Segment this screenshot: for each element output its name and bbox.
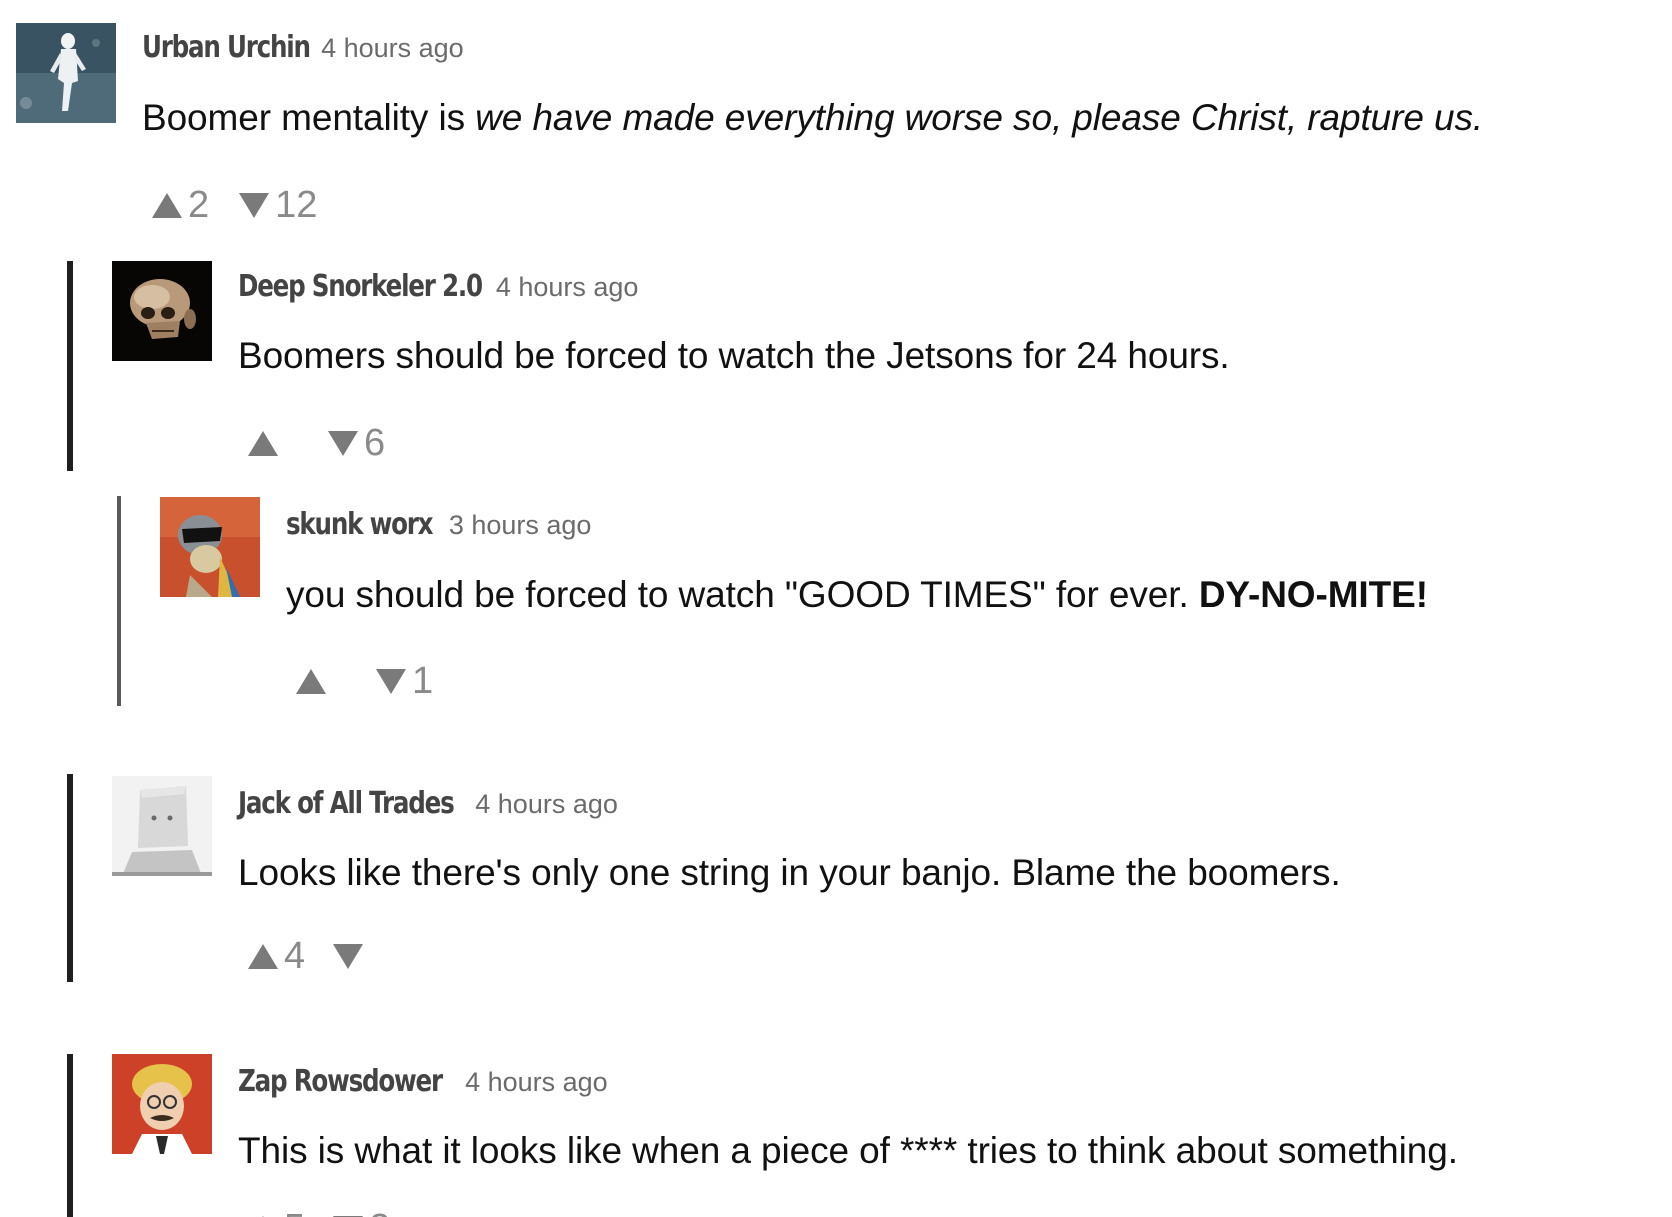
comment-reply: Zap Rowsdower 4 hours ago This is what i… — [0, 1048, 1672, 1217]
downvote-arrow-icon — [239, 192, 270, 218]
author-name[interactable]: Jack of All Trades — [238, 786, 455, 821]
upvote-button[interactable]: 5 — [248, 1208, 305, 1217]
comment-text: This is what it looks like when a piece … — [238, 1130, 1458, 1171]
downvote-button[interactable]: 6 — [328, 423, 385, 463]
thread-line — [67, 1054, 73, 1217]
upvote-count: 2 — [188, 184, 210, 226]
comment-text-italic: we have made everything worse so, please… — [475, 97, 1484, 138]
downvote-count: 12 — [275, 184, 318, 226]
author-name[interactable]: skunk worx — [286, 507, 434, 542]
downvote-button[interactable]: 2 — [333, 1208, 390, 1217]
upvote-count: 5 — [284, 1208, 305, 1217]
downvote-button[interactable]: 1 — [376, 661, 433, 701]
masked-cartoon-avatar[interactable] — [160, 497, 260, 597]
comment-timestamp[interactable]: 4 hours ago — [496, 272, 639, 303]
comment-timestamp[interactable]: 4 hours ago — [465, 1067, 608, 1098]
comment-reply: Deep Snorkeler 2.0 4 hours ago Boomers s… — [0, 255, 1672, 471]
vote-bar: 5 2 — [248, 1208, 390, 1217]
thread-line — [117, 496, 121, 706]
comment-reply: Jack of All Trades 4 hours ago Looks lik… — [0, 770, 1672, 985]
running-figure-avatar[interactable] — [16, 23, 116, 123]
upvote-arrow-icon — [248, 943, 278, 969]
upvote-arrow-icon — [248, 430, 278, 456]
upvote-button[interactable]: 4 — [248, 936, 305, 976]
author-name[interactable]: Deep Snorkeler 2.0 — [238, 269, 483, 304]
upvote-arrow-icon — [152, 192, 182, 218]
downvote-count: 1 — [412, 660, 434, 702]
upvote-button[interactable] — [296, 668, 342, 694]
vote-bar: 4 — [248, 936, 379, 976]
comment-text: Boomers should be forced to watch the Je… — [238, 335, 1230, 376]
author-name[interactable]: Zap Rowsdower — [238, 1064, 443, 1099]
comment-text: Boomer mentality is — [142, 97, 476, 138]
upvote-button[interactable] — [248, 430, 294, 456]
downvote-count: 2 — [369, 1208, 390, 1217]
comment-body: you should be forced to watch "GOOD TIME… — [286, 574, 1428, 616]
comment-timestamp[interactable]: 3 hours ago — [449, 510, 592, 541]
upvote-arrow-icon — [296, 668, 326, 694]
downvote-arrow-icon — [333, 943, 364, 969]
skull-avatar[interactable] — [112, 261, 212, 361]
downvote-arrow-icon — [328, 430, 358, 456]
comment: Urban Urchin 4 hours ago Boomer mentalit… — [0, 0, 1672, 240]
comment-timestamp[interactable]: 4 hours ago — [321, 33, 464, 64]
thread-line — [67, 774, 73, 982]
thread-line — [67, 261, 73, 471]
downvote-arrow-icon — [376, 668, 406, 694]
comment-timestamp[interactable]: 4 hours ago — [475, 789, 618, 820]
vote-bar: 1 — [296, 661, 433, 701]
comment-text-bold: DY-NO-MITE! — [1198, 574, 1428, 615]
downvote-button[interactable]: 12 — [239, 185, 317, 225]
vote-bar: 6 — [248, 423, 385, 463]
downvote-count: 6 — [364, 422, 386, 464]
cartoon-man-avatar[interactable] — [112, 1054, 212, 1154]
author-name[interactable]: Urban Urchin — [142, 30, 311, 65]
comment-thread: Urban Urchin 4 hours ago Boomer mentalit… — [0, 0, 1672, 1217]
comment-body: Boomer mentality is we have made everyth… — [142, 97, 1483, 139]
comment-text: Looks like there's only one string in yo… — [238, 852, 1341, 893]
paper-bag-head-avatar[interactable] — [112, 776, 212, 876]
upvote-button[interactable]: 2 — [152, 185, 209, 225]
comment-reply-nested: skunk worx 3 hours ago you should be for… — [0, 494, 1672, 709]
vote-bar: 2 12 — [152, 185, 317, 225]
downvote-button[interactable] — [333, 943, 379, 969]
comment-text: you should be forced to watch "GOOD TIME… — [286, 574, 1199, 615]
upvote-count: 4 — [284, 935, 306, 977]
